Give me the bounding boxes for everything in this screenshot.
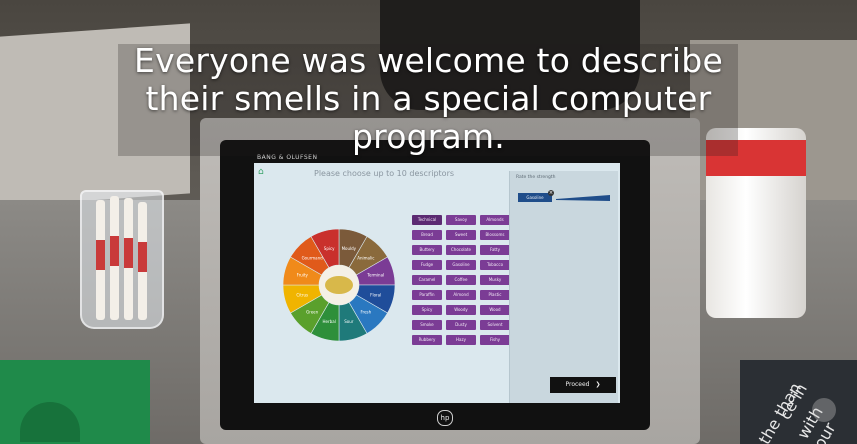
strength-slider[interactable] xyxy=(556,195,610,201)
descriptor-chip[interactable]: Almond xyxy=(446,290,476,300)
descriptor-chip[interactable]: Almonds xyxy=(480,215,510,225)
caption-line: their smells in a special computer xyxy=(145,79,712,118)
descriptor-chip[interactable]: Fishy xyxy=(480,335,510,345)
descriptor-chip[interactable]: Plastic xyxy=(480,290,510,300)
wheel-segment-label: Gourmand xyxy=(302,256,324,261)
photo-scene: the than ce in with our BANG & OLUFSEN ⌂… xyxy=(0,0,857,444)
wheel-segment-label: Fruity xyxy=(297,273,309,278)
proceed-label: Proceed xyxy=(565,381,590,388)
descriptor-chip[interactable]: Gasoline xyxy=(446,260,476,270)
proceed-button[interactable]: Proceed ❯ xyxy=(550,377,616,393)
descriptor-chip[interactable]: Technical xyxy=(412,215,442,225)
descriptor-chip[interactable]: Chocolate xyxy=(446,245,476,255)
smell-wheel[interactable]: MouldyAnimalic Terminal Floral Fresh Sour Her… xyxy=(274,225,404,345)
home-icon[interactable]: ⌂ xyxy=(258,168,268,177)
smell-stick xyxy=(138,202,147,320)
strength-title: Rate the strength xyxy=(516,175,556,180)
wheel-segment-label: Fresh xyxy=(361,309,372,314)
wheel-segment-label: Herbal xyxy=(323,319,336,324)
descriptor-chip[interactable]: Rubbery xyxy=(412,335,442,345)
descriptor-chip[interactable]: Spicy xyxy=(412,305,442,315)
wheel-segment-label: Animalic xyxy=(357,256,374,261)
descriptor-chip[interactable]: Wood xyxy=(480,305,510,315)
video-caption: Everyone was welcome to describe their s… xyxy=(0,42,857,156)
wheel-segment-label: Mouldy xyxy=(342,246,357,251)
descriptor-chip[interactable]: Paraffin xyxy=(412,290,442,300)
descriptor-chip[interactable]: Solvent xyxy=(480,320,510,330)
descriptor-chip[interactable]: Blossoms xyxy=(480,230,510,240)
close-icon[interactable]: × xyxy=(548,190,554,196)
descriptor-chip[interactable]: Buttery xyxy=(412,245,442,255)
smell-stick-cup xyxy=(80,190,164,329)
smell-stick xyxy=(110,196,119,320)
wheel-segment-label: Green xyxy=(306,309,319,314)
descriptor-chip[interactable]: Fudge xyxy=(412,260,442,270)
descriptor-chip[interactable]: Coffee xyxy=(446,275,476,285)
descriptor-chip[interactable]: Savoy xyxy=(446,215,476,225)
wheel-segment-label: Sour xyxy=(344,319,354,324)
hp-logo: hp xyxy=(437,410,453,426)
descriptor-chip[interactable]: Hazy xyxy=(446,335,476,345)
wheel-center-image xyxy=(325,276,353,294)
caption-line: program. xyxy=(352,117,505,156)
caption-line: Everyone was welcome to describe xyxy=(134,41,723,80)
descriptor-chip[interactable]: Fatty xyxy=(480,245,510,255)
smell-stick xyxy=(124,198,133,320)
descriptor-chip[interactable]: Smoke xyxy=(412,320,442,330)
descriptor-chip[interactable]: Sweet xyxy=(446,230,476,240)
descriptor-chip[interactable]: Woody xyxy=(446,305,476,315)
wall-text-panel: the than ce in with our xyxy=(740,360,857,444)
smell-stick xyxy=(96,200,105,320)
watermark-icon xyxy=(812,398,836,422)
wheel-segment-label: Spicy xyxy=(324,246,335,251)
wheel-segment-label: Terminal xyxy=(366,273,384,278)
strength-chip[interactable]: Gasoline xyxy=(518,193,552,202)
kiosk-screen: ⌂ Please choose up to 10 descriptors Mou… xyxy=(254,163,620,403)
descriptor-chip[interactable]: Tobacco xyxy=(480,260,510,270)
wheel-segment-label: Citrus xyxy=(296,292,308,297)
chevron-right-icon: ❯ xyxy=(595,381,601,388)
descriptor-chip[interactable]: Bread xyxy=(412,230,442,240)
screen-title: Please choose up to 10 descriptors xyxy=(314,169,455,178)
descriptor-chip[interactable]: Caramel xyxy=(412,275,442,285)
descriptor-chip[interactable]: Musky xyxy=(480,275,510,285)
strength-panel: Rate the strength Gasoline × xyxy=(509,171,618,403)
wheel-segment-label: Floral xyxy=(370,292,381,297)
descriptor-chip[interactable]: Dusty xyxy=(446,320,476,330)
white-cylinder xyxy=(706,128,806,318)
